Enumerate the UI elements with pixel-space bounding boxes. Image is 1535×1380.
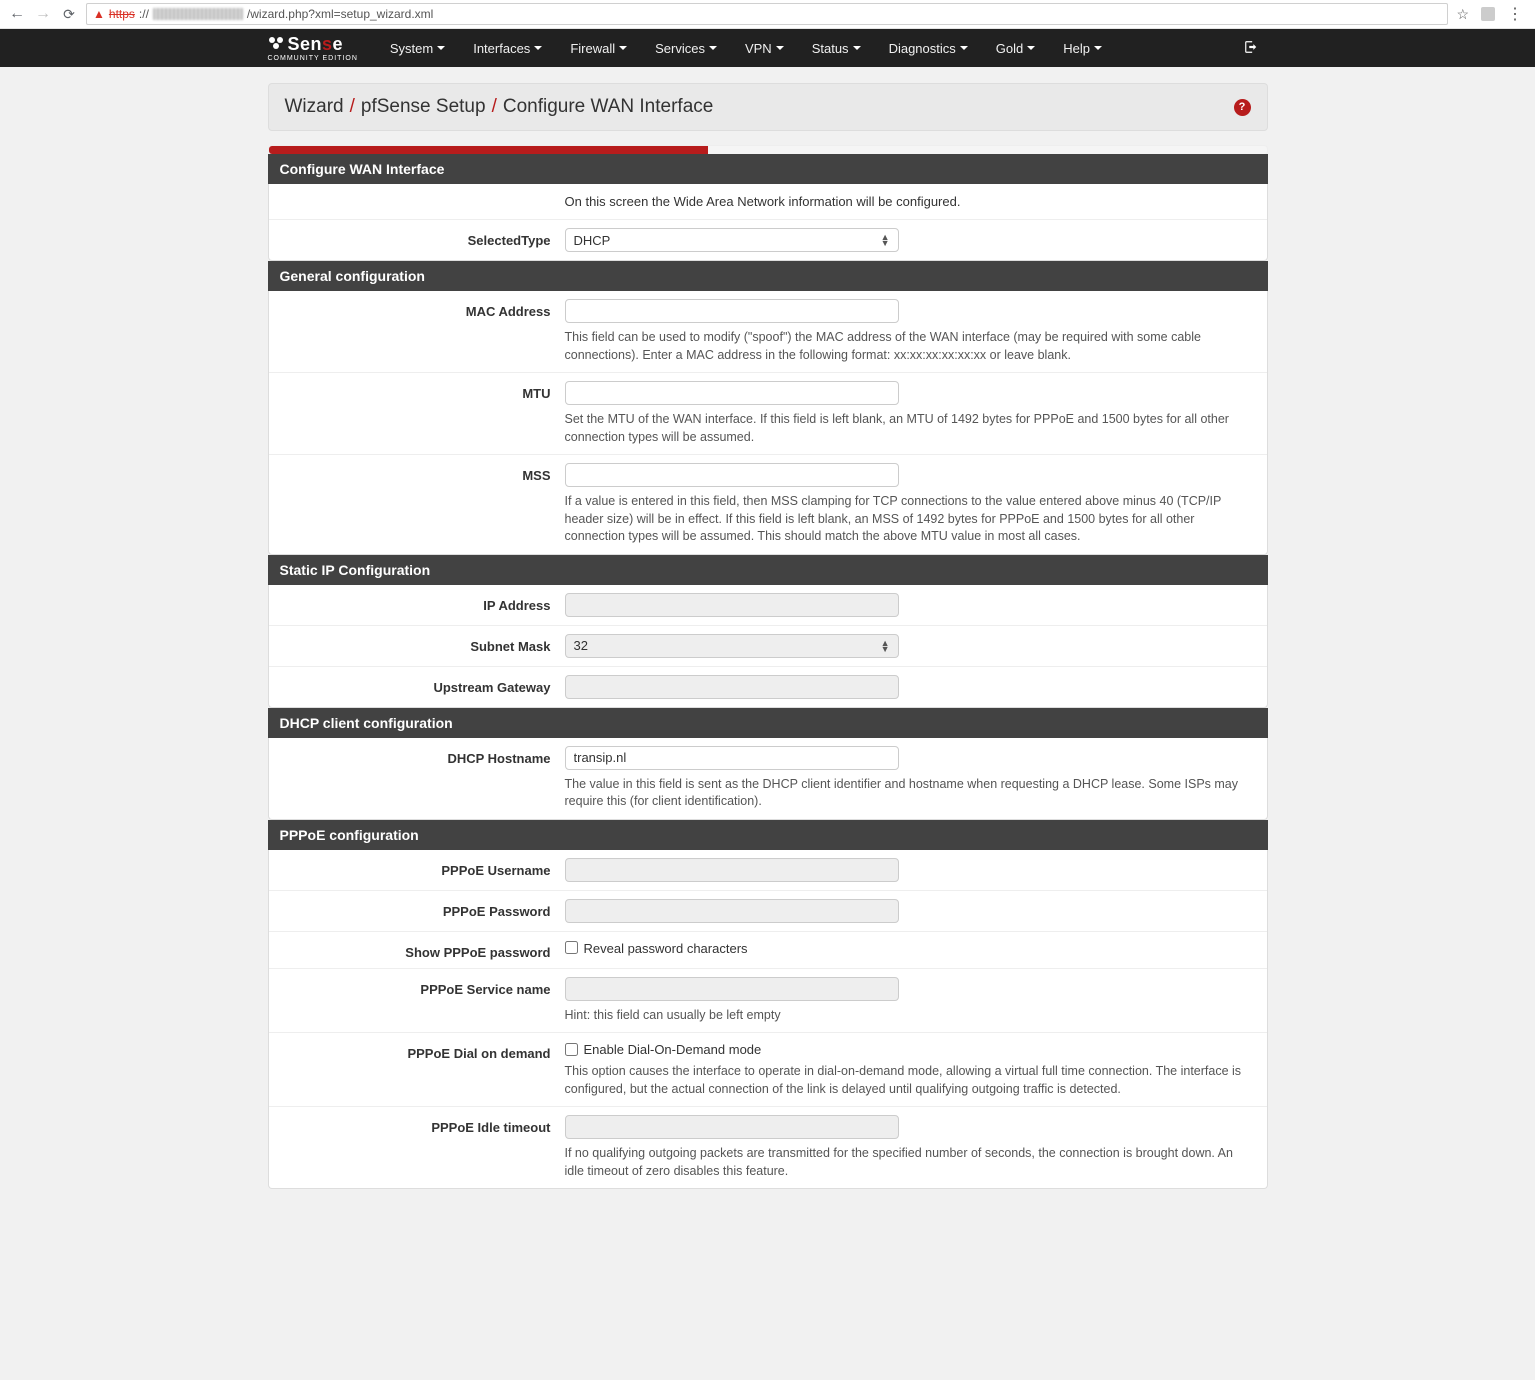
browser-chrome: ← → ⟳ ▲ https :// /wizard.php?xml=setup_…: [0, 0, 1535, 29]
section-static: IP Address Subnet Mask 32 ▲▼ Upstream Ga…: [268, 585, 1268, 708]
input-upstream-gateway: [565, 675, 899, 699]
checkbox-pppoe-dod[interactable]: [565, 1043, 578, 1056]
browser-forward-button[interactable]: →: [34, 5, 52, 23]
chevron-down-icon: [960, 46, 968, 50]
top-navbar: Sense COMMUNITY EDITION System Interface…: [0, 29, 1535, 67]
label-pppoe-idle: PPPoE Idle timeout: [283, 1115, 565, 1135]
help-pppoe-dod: This option causes the interface to oper…: [565, 1063, 1253, 1098]
help-dhcp-hostname: The value in this field is sent as the D…: [565, 776, 1253, 811]
label-subnet: Subnet Mask: [283, 634, 565, 654]
section-header-pppoe: PPPoE configuration: [268, 820, 1268, 850]
menu-diagnostics[interactable]: Diagnostics: [875, 29, 982, 67]
select-handle-icon: ▲▼: [881, 234, 890, 246]
label-pppoe-showpass: Show PPPoE password: [283, 940, 565, 960]
chevron-down-icon: [709, 46, 717, 50]
url-host-redacted: [153, 8, 243, 20]
help-mss: If a value is entered in this field, the…: [565, 493, 1253, 546]
label-ip: IP Address: [283, 593, 565, 613]
input-pppoe-idle: [565, 1115, 899, 1139]
input-mss[interactable]: [565, 463, 899, 487]
input-pppoe-password: [565, 899, 899, 923]
help-pppoe-idle: If no qualifying outgoing packets are tr…: [565, 1145, 1253, 1180]
brand-name: Sense: [288, 35, 344, 53]
select-handle-icon: ▲▼: [881, 640, 890, 652]
select-selectedtype-value: DHCP: [574, 233, 611, 248]
browser-menu-icon[interactable]: ⋮: [1507, 4, 1521, 24]
menu-firewall[interactable]: Firewall: [556, 29, 641, 67]
help-icon[interactable]: ?: [1234, 99, 1251, 116]
menu-help[interactable]: Help: [1049, 29, 1116, 67]
chevron-down-icon: [619, 46, 627, 50]
brand-subtitle: COMMUNITY EDITION: [268, 55, 358, 62]
checkbox-pppoe-dod-label: Enable Dial-On-Demand mode: [584, 1041, 762, 1057]
menu-system[interactable]: System: [376, 29, 459, 67]
select-subnet-mask: 32 ▲▼: [565, 634, 899, 658]
section-pppoe: PPPoE Username PPPoE Password Show PPPoE…: [268, 850, 1268, 1190]
chevron-down-icon: [1094, 46, 1102, 50]
label-mss: MSS: [283, 463, 565, 483]
label-dhcp-hostname: DHCP Hostname: [283, 746, 565, 766]
section-header-general: General configuration: [268, 261, 1268, 291]
select-subnet-value: 32: [574, 638, 588, 653]
input-mtu[interactable]: [565, 381, 899, 405]
section-header-wan: Configure WAN Interface: [268, 154, 1268, 184]
menu-status[interactable]: Status: [798, 29, 875, 67]
select-selectedtype[interactable]: DHCP ▲▼: [565, 228, 899, 252]
help-mac: This field can be used to modify ("spoof…: [565, 329, 1253, 364]
chevron-down-icon: [534, 46, 542, 50]
chevron-down-icon: [437, 46, 445, 50]
section-dhcp: DHCP Hostname The value in this field is…: [268, 738, 1268, 820]
label-pppoe-user: PPPoE Username: [283, 858, 565, 878]
input-pppoe-username: [565, 858, 899, 882]
section-general: MAC Address This field can be used to mo…: [268, 291, 1268, 555]
section-header-static: Static IP Configuration: [268, 555, 1268, 585]
checkbox-show-pppoe-password-label: Reveal password characters: [584, 940, 748, 956]
label-pppoe-dod: PPPoE Dial on demand: [283, 1041, 565, 1061]
cluster-icon: [268, 36, 286, 52]
logout-icon[interactable]: [1234, 40, 1268, 57]
breadcrumb-setup[interactable]: pfSense Setup: [361, 96, 486, 118]
label-pppoe-pass: PPPoE Password: [283, 899, 565, 919]
chevron-down-icon: [776, 46, 784, 50]
label-mtu: MTU: [283, 381, 565, 401]
url-bar[interactable]: ▲ https :// /wizard.php?xml=setup_wizard…: [86, 3, 1448, 25]
menu-interfaces[interactable]: Interfaces: [459, 29, 556, 67]
label-mac: MAC Address: [283, 299, 565, 319]
breadcrumb: Wizard / pfSense Setup / Configure WAN I…: [268, 83, 1268, 131]
brand-logo[interactable]: Sense COMMUNITY EDITION: [268, 35, 358, 62]
label-gateway: Upstream Gateway: [283, 675, 565, 695]
browser-back-button[interactable]: ←: [8, 5, 26, 23]
menu-services[interactable]: Services: [641, 29, 731, 67]
breadcrumb-current: Configure WAN Interface: [503, 96, 714, 118]
wan-intro-text: On this screen the Wide Area Network inf…: [269, 184, 1267, 219]
browser-reload-button[interactable]: ⟳: [60, 6, 78, 23]
menu-vpn[interactable]: VPN: [731, 29, 798, 67]
url-path: /wizard.php?xml=setup_wizard.xml: [247, 7, 433, 21]
help-mtu: Set the MTU of the WAN interface. If thi…: [565, 411, 1253, 446]
wizard-progress-fill: [269, 146, 708, 154]
chevron-down-icon: [853, 46, 861, 50]
breadcrumb-wizard[interactable]: Wizard: [285, 96, 344, 118]
label-pppoe-service: PPPoE Service name: [283, 977, 565, 997]
label-selectedtype: SelectedType: [283, 228, 565, 248]
main-menu: System Interfaces Firewall Services VPN …: [376, 29, 1116, 67]
input-dhcp-hostname[interactable]: [565, 746, 899, 770]
section-wan: On this screen the Wide Area Network inf…: [268, 184, 1268, 261]
chevron-down-icon: [1027, 46, 1035, 50]
url-protocol: https: [109, 7, 135, 21]
input-mac-address[interactable]: [565, 299, 899, 323]
input-ip-address: [565, 593, 899, 617]
help-pppoe-service: Hint: this field can usually be left emp…: [565, 1007, 1253, 1025]
input-pppoe-service: [565, 977, 899, 1001]
section-header-dhcp: DHCP client configuration: [268, 708, 1268, 738]
bookmark-star-icon[interactable]: ☆: [1456, 6, 1469, 23]
checkbox-show-pppoe-password[interactable]: [565, 941, 578, 954]
insecure-icon: ▲: [93, 7, 105, 21]
extension-icon[interactable]: [1481, 7, 1495, 21]
menu-gold[interactable]: Gold: [982, 29, 1049, 67]
